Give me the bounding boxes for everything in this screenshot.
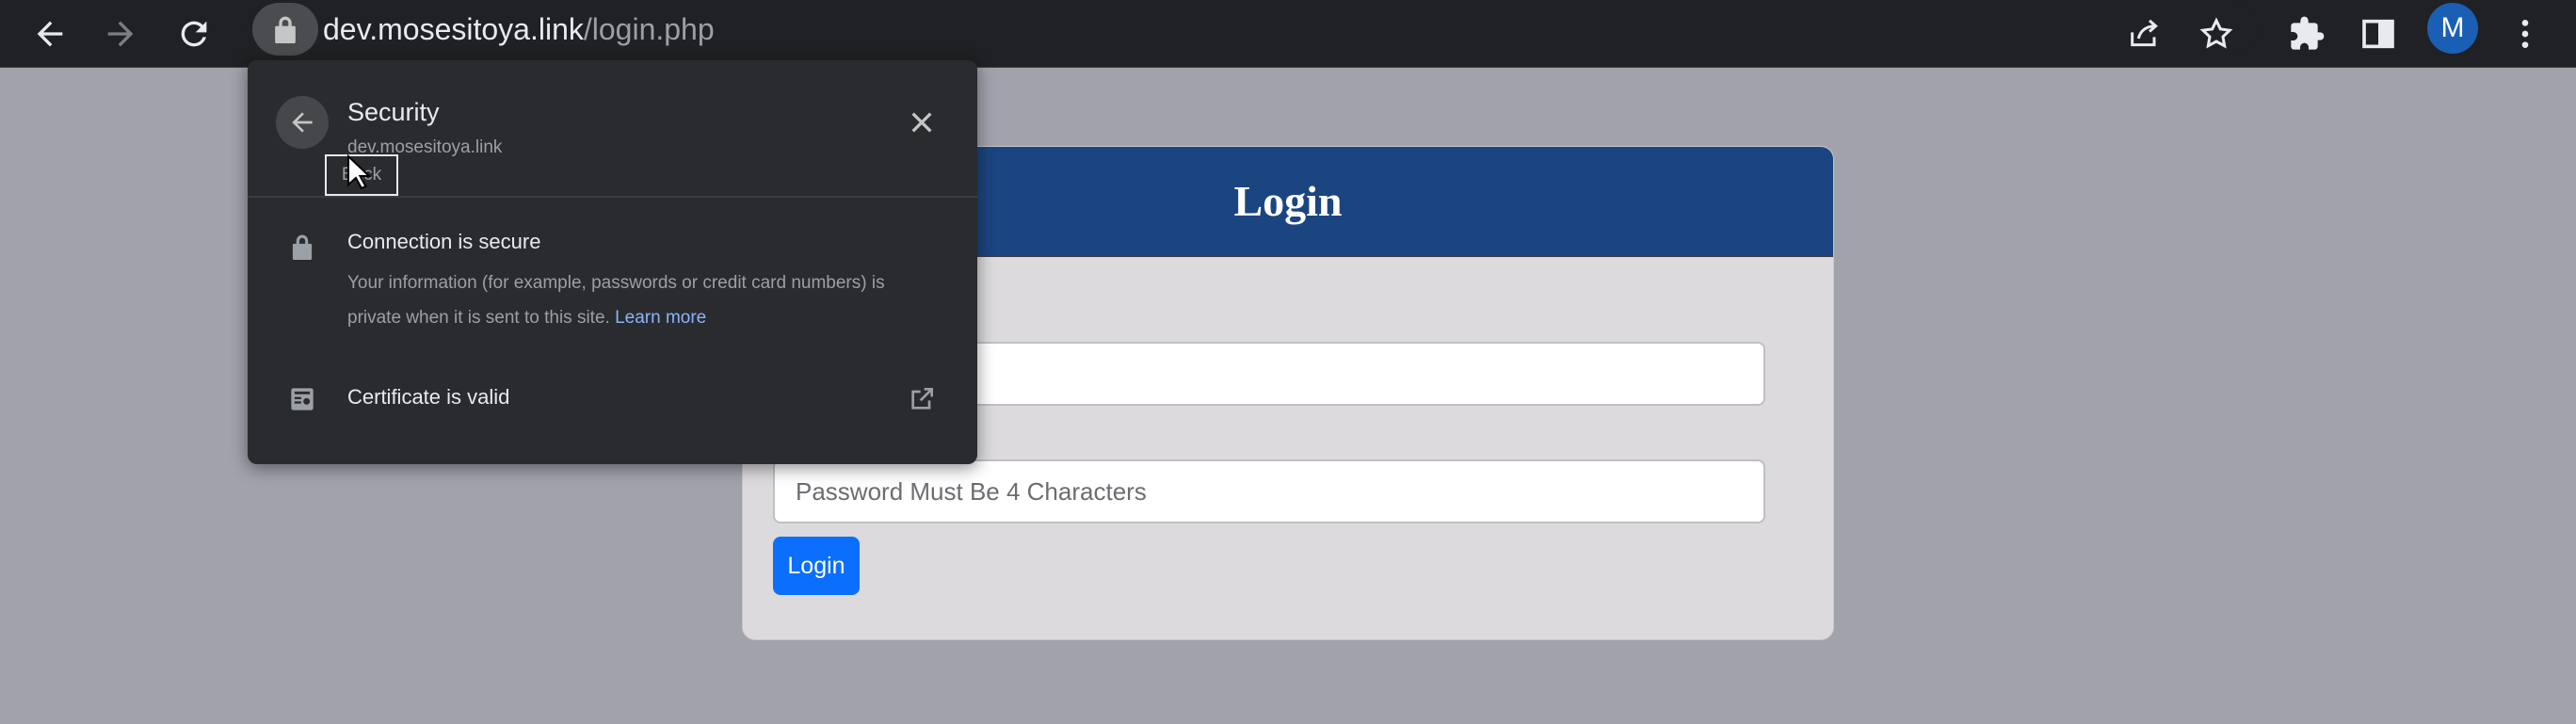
- popup-back-button[interactable]: [276, 96, 329, 149]
- close-icon: [911, 112, 932, 133]
- browser-toolbar: dev.mosesitoya.link/login.php M: [0, 0, 2576, 68]
- mouse-cursor-icon: [347, 154, 371, 190]
- profile-avatar[interactable]: M: [2427, 3, 2478, 54]
- connection-description: Your information (for example, passwords…: [347, 265, 912, 335]
- login-button[interactable]: Login: [773, 537, 860, 595]
- lock-icon: [292, 234, 313, 260]
- bookmark-button[interactable]: [2190, 8, 2243, 60]
- arrow-left-icon: [292, 112, 313, 133]
- reload-icon: [181, 21, 207, 47]
- certificate-icon: [291, 388, 314, 410]
- forward-nav-button[interactable]: [94, 8, 147, 60]
- url-text[interactable]: dev.mosesitoya.link/login.php: [323, 10, 715, 48]
- popup-title: Security: [347, 98, 440, 126]
- connection-status-title: Connection is secure: [347, 230, 541, 253]
- url-path: /login.php: [583, 12, 715, 46]
- kebab-menu-icon: [2521, 20, 2529, 48]
- popup-divider: [248, 196, 977, 198]
- login-title: Login: [1233, 177, 1343, 225]
- site-info-button[interactable]: [252, 3, 318, 56]
- url-domain: dev.mosesitoya.link: [323, 12, 584, 46]
- browser-menu-button[interactable]: [2499, 8, 2552, 60]
- lock-icon: [275, 16, 296, 43]
- back-nav-button[interactable]: [24, 8, 76, 60]
- extensions-button[interactable]: [2280, 8, 2333, 60]
- password-input[interactable]: [773, 459, 1765, 523]
- share-icon: [2131, 19, 2158, 47]
- certificate-status-label[interactable]: Certificate is valid: [347, 385, 509, 410]
- side-panel-button[interactable]: [2352, 8, 2405, 60]
- star-icon: [2199, 17, 2233, 49]
- open-external-icon[interactable]: [907, 384, 937, 414]
- popup-close-button[interactable]: [905, 105, 939, 139]
- security-popup: Security dev.mosesitoya.link Back Connec…: [248, 60, 977, 464]
- learn-more-link[interactable]: Learn more: [615, 308, 706, 328]
- puzzle-icon: [2291, 16, 2325, 50]
- arrow-right-icon: [107, 21, 134, 47]
- share-button[interactable]: [2118, 8, 2171, 60]
- side-panel-icon: [2362, 19, 2394, 49]
- reload-button[interactable]: [168, 8, 220, 60]
- arrow-left-icon: [37, 21, 63, 47]
